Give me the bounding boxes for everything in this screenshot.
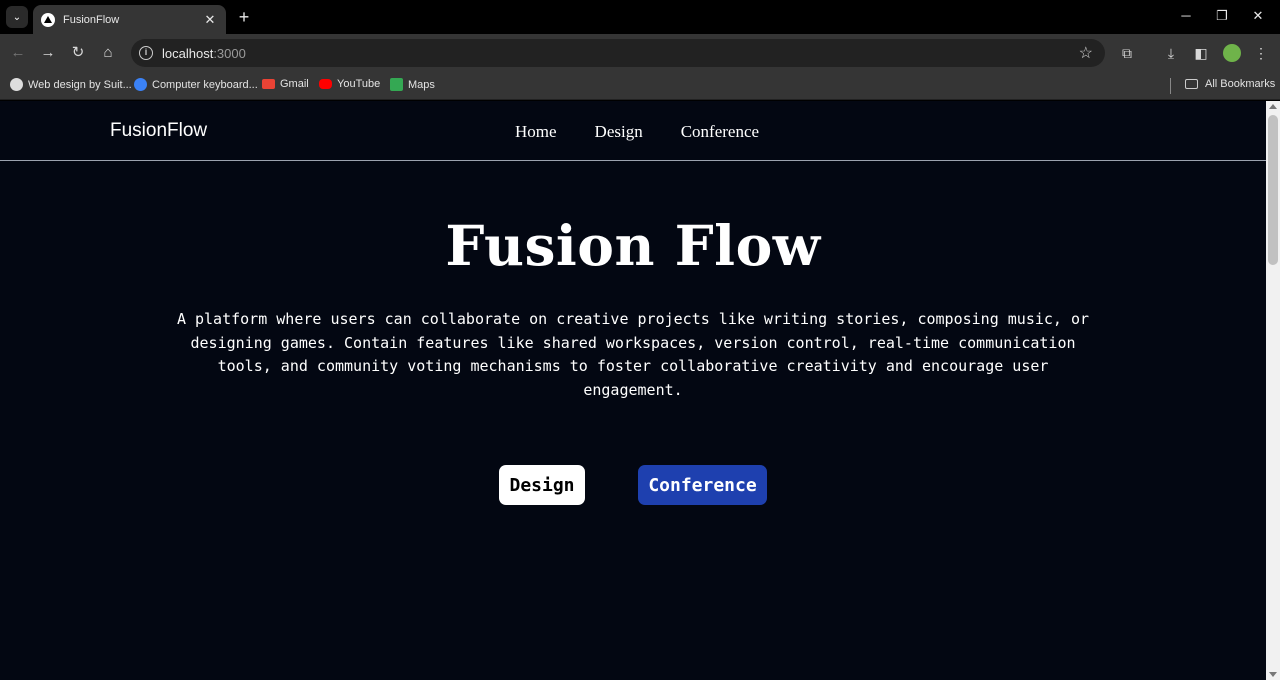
scroll-up-arrow-icon[interactable] [1269, 104, 1277, 109]
bookmark-item[interactable]: Gmail [262, 78, 309, 90]
nav-link-design[interactable]: Design [595, 122, 643, 142]
new-tab-plus-icon[interactable]: + [234, 7, 254, 28]
close-window-icon[interactable]: ✕ [1248, 8, 1268, 24]
bookmarks-bar: Web design by Suit... Computer keyboard.… [0, 72, 1280, 100]
bookmark-star-icon[interactable]: ☆ [1079, 43, 1093, 63]
site-info-icon[interactable]: i [139, 46, 153, 60]
all-bookmarks-button[interactable]: All Bookmarks [1185, 78, 1275, 90]
maps-icon [390, 78, 403, 91]
browser-tab-strip: ⌄ FusionFlow ✕ + ─ ❐ ✕ [0, 0, 1280, 34]
hero-description: A platform where users can collaborate o… [176, 310, 1090, 399]
hero-title: Fusion Flow [445, 213, 821, 278]
conference-button[interactable]: Conference [638, 465, 767, 505]
site-logo[interactable]: FusionFlow [110, 120, 207, 142]
tab-search-chevron-icon[interactable]: ⌄ [6, 6, 28, 28]
browser-tab[interactable]: FusionFlow ✕ [33, 5, 226, 34]
nav-link-home[interactable]: Home [515, 122, 557, 142]
home-icon[interactable]: ⌂ [98, 43, 118, 63]
bookmark-item[interactable]: Maps [390, 78, 435, 91]
globe-icon [10, 78, 23, 91]
tab-favicon-icon [41, 12, 55, 27]
site-header: FusionFlow Home Design Conference [0, 101, 1266, 161]
nav-link-conference[interactable]: Conference [681, 122, 759, 142]
tab-title: FusionFlow [63, 13, 120, 26]
bookmark-label: Gmail [280, 78, 309, 90]
reload-icon[interactable]: ↻ [68, 43, 88, 63]
bookmarks-divider [1170, 78, 1171, 94]
scrollbar-thumb[interactable] [1268, 115, 1278, 265]
downloads-icon[interactable]: ⤓ [1161, 43, 1181, 63]
bookmark-favicon-icon [134, 78, 147, 91]
url-host: localhost [162, 45, 214, 61]
site-nav: Home Design Conference [515, 122, 759, 142]
forward-arrow-icon[interactable]: → [38, 43, 58, 63]
gmail-icon [262, 79, 275, 89]
side-panel-icon[interactable]: ◧ [1191, 43, 1211, 63]
restore-icon[interactable]: ❐ [1212, 8, 1232, 24]
folder-icon [1185, 79, 1198, 89]
minimize-icon[interactable]: ─ [1176, 8, 1196, 23]
vertical-scrollbar[interactable] [1266, 101, 1280, 680]
bookmark-label: Maps [408, 78, 435, 91]
bookmark-item[interactable]: Computer keyboard... [134, 78, 258, 91]
design-button[interactable]: Design [499, 465, 585, 505]
all-bookmarks-label: All Bookmarks [1205, 78, 1276, 90]
url-port: :3000 [213, 45, 246, 61]
menu-kebab-icon[interactable]: ⋮ [1251, 43, 1271, 63]
scroll-down-arrow-icon[interactable] [1269, 672, 1277, 677]
extensions-puzzle-icon[interactable]: ⧉ [1117, 43, 1137, 63]
page-viewport: FusionFlow Home Design Conference Fusion… [0, 101, 1266, 680]
bookmark-item[interactable]: YouTube [319, 78, 380, 90]
tab-close-icon[interactable]: ✕ [202, 12, 218, 28]
bookmark-label: Computer keyboard... [152, 78, 258, 91]
bookmark-label: Web design by Suit... [28, 78, 132, 91]
profile-avatar[interactable] [1223, 44, 1241, 62]
address-bar[interactable]: i localhost:3000 ☆ [131, 39, 1105, 67]
bookmark-label: YouTube [337, 78, 381, 90]
youtube-icon [319, 79, 332, 89]
back-arrow-icon[interactable]: ← [8, 43, 28, 63]
browser-toolbar: ← → ↻ ⌂ i localhost:3000 ☆ ⧉ ⤓ ◧ ⋮ [0, 34, 1280, 72]
bookmark-item[interactable]: Web design by Suit... [10, 78, 132, 91]
